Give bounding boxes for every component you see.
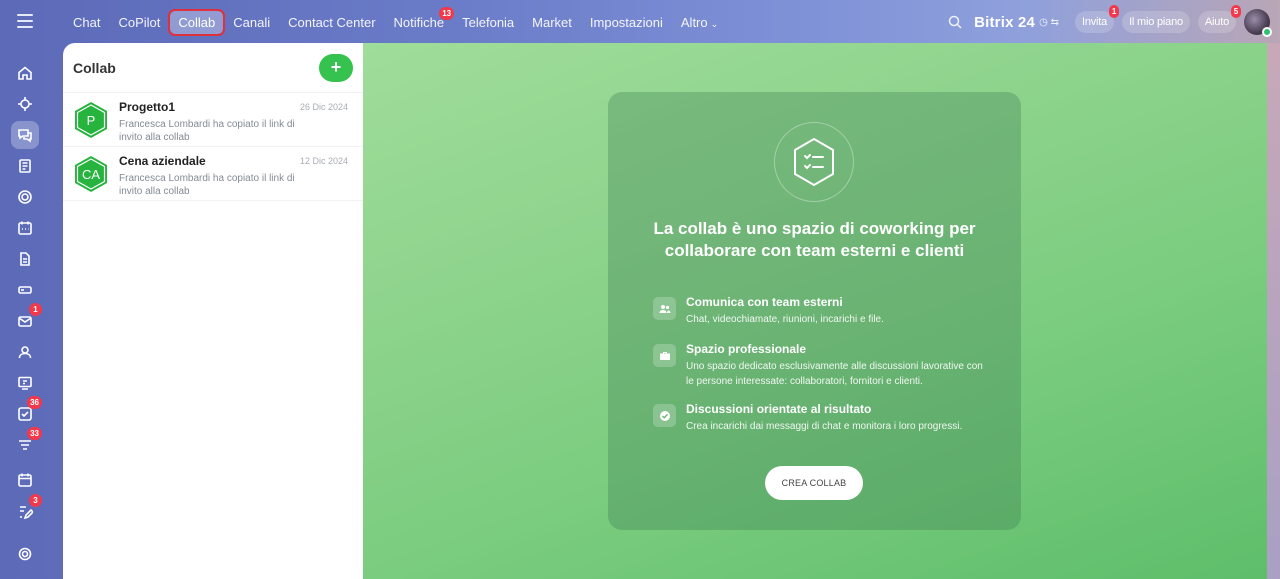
left-rail: 1 36 33 3 [0,0,50,579]
help-label: Aiuto [1204,16,1229,28]
crm-icon[interactable]: 33 [11,427,42,459]
nav-canali[interactable]: Canali [225,11,278,34]
search-icon[interactable] [948,15,962,29]
settings-icon[interactable] [11,540,39,568]
planner-icon[interactable] [11,466,39,494]
invite-label: Invita [1081,16,1108,28]
mail-badge: 1 [29,303,42,316]
create-collab-button[interactable]: CREA COLLAB [765,466,863,500]
notifiche-badge: 13 [439,6,455,20]
avatar-initials: P [86,112,96,128]
avatar: CA [73,155,109,193]
target-icon[interactable] [11,183,39,211]
nav-notifiche-label: Notifiche [393,14,445,30]
top-nav: Chat CoPilot Collab Canali Contact Cente… [65,0,728,44]
collab-list-panel: Collab + P Progetto1 26 Dic 2024 Frances… [63,43,363,579]
nav-altro-label: Altro [680,14,708,30]
invite-badge: 1 [1108,5,1120,18]
chevron-down-icon: ⌄ [710,18,719,29]
mail-icon[interactable]: 1 [11,303,42,335]
nav-copilot[interactable]: CoPilot [110,11,168,34]
nav-altro[interactable]: Altro ⌄ [673,11,726,34]
panel-header: Collab + [63,43,363,93]
nav-collab[interactable]: Collab [168,8,226,36]
avatar-initials: CA [81,166,101,182]
top-bar: Chat CoPilot Collab Canali Contact Cente… [50,0,1280,44]
checklist-hex-icon [774,122,854,202]
nav-notifiche[interactable]: Notifiche 13 [386,6,455,34]
nav-telefonia[interactable]: Telefonia [454,11,522,34]
panel-title: Collab [73,59,116,76]
nav-impostazioni[interactable]: Impostazioni [582,11,671,34]
help-badge: 5 [1230,5,1241,18]
item-date: 12 Dic 2024 [299,156,348,166]
contacts-icon[interactable] [11,338,39,366]
edit-icon[interactable]: 3 [11,494,42,526]
card-title: La collab è uno spazio di coworking per … [653,219,976,260]
brand-logo[interactable]: Bitrix 24 [974,14,1035,31]
home-icon[interactable] [11,59,39,87]
item-date: 26 Dic 2024 [299,102,348,112]
crm-badge: 33 [27,427,42,440]
check-circle-icon [653,404,676,427]
collab-intro-card: La collab è uno spazio di coworking per … [608,92,1021,530]
feature-desc: Chat, videochiamate, riunioni, incarichi… [686,314,884,325]
list-item[interactable]: CA Cena aziendale 12 Dic 2024 Francesca … [63,147,363,201]
add-collab-button[interactable]: + [319,53,353,82]
user-avatar[interactable] [1244,9,1272,37]
feature-title: Spazio professionale [686,342,807,356]
item-message: Francesca Lombardi ha copiato il link di… [119,119,295,143]
briefcase-icon [653,344,676,367]
edit-badge: 3 [29,494,42,507]
drive-icon[interactable] [11,276,39,304]
help-button[interactable]: Aiuto 5 [1197,5,1241,33]
sites-icon[interactable] [11,369,39,397]
feed-icon[interactable] [11,152,39,180]
feature-title: Discussioni orientate al risultato [686,402,872,416]
nav-market[interactable]: Market [524,11,580,34]
menu-icon[interactable] [17,14,33,28]
nav-chat[interactable]: Chat [65,11,108,34]
calendar-icon[interactable] [11,214,39,242]
users-icon [653,297,676,320]
background-strip [1267,43,1280,579]
avatar: P [73,101,109,139]
chat-icon[interactable] [11,121,39,149]
plan-button[interactable]: Il mio piano [1122,11,1190,33]
nav-contact-center[interactable]: Contact Center [280,11,383,34]
feature-title: Comunica con team esterni [686,295,843,309]
feature-desc: Uno spazio dedicato esclusivamente alle … [686,361,983,387]
copilot-icon[interactable] [11,90,39,118]
plus-icon: + [330,57,342,77]
top-right-tools: Bitrix 24 ◷ ⇆ Invita 1 Il mio piano Aiut… [948,0,1280,44]
document-icon[interactable] [11,245,39,273]
item-name: Cena aziendale [119,154,206,168]
main-area: La collab è uno spazio di coworking per … [363,43,1267,579]
clock-sync-icon[interactable]: ◷ ⇆ [1039,17,1059,28]
list-item[interactable]: P Progetto1 26 Dic 2024 Francesca Lombar… [63,93,363,147]
online-status-dot [1262,27,1272,37]
item-message: Francesca Lombardi ha copiato il link di… [119,173,295,197]
feature-desc: Crea incarichi dai messaggi di chat e mo… [686,421,963,432]
tasks-icon[interactable]: 36 [11,396,42,428]
tasks-badge: 36 [27,396,42,409]
item-name: Progetto1 [119,100,176,114]
invite-button[interactable]: Invita 1 [1074,5,1120,33]
